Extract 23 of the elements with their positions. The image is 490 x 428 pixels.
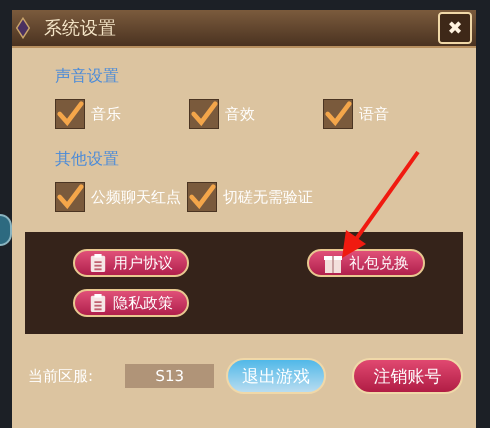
close-button[interactable]: ✖ [438,12,472,44]
server-label: 当前区服: [28,366,94,386]
checkbox[interactable] [55,99,85,129]
link-button[interactable]: 礼包兑换 [307,249,425,277]
server-value: S13 [125,364,214,388]
section-title: 其他设置 [55,149,120,170]
clipboard-icon [89,292,107,314]
option-label: 公频聊天红点 [91,188,181,206]
checkbox[interactable] [187,182,217,212]
window-title: 系统设置 [44,17,117,40]
link-button[interactable]: 用户协议 [73,249,189,277]
checkbox[interactable] [189,99,219,129]
link-button[interactable]: 隐私政策 [73,289,189,317]
option-label: 音乐 [91,104,121,124]
checkbox[interactable] [55,182,85,212]
option-label: 语音 [359,104,389,124]
option-label: 音效 [225,104,255,124]
logout-button[interactable]: 注销账号 [352,358,464,394]
clipboard-icon [89,252,107,274]
option-label: 切磋无需验证 [223,188,313,206]
checkbox[interactable] [323,99,353,129]
section-title: 声音设置 [55,66,120,87]
side-button-icon[interactable] [0,214,12,246]
